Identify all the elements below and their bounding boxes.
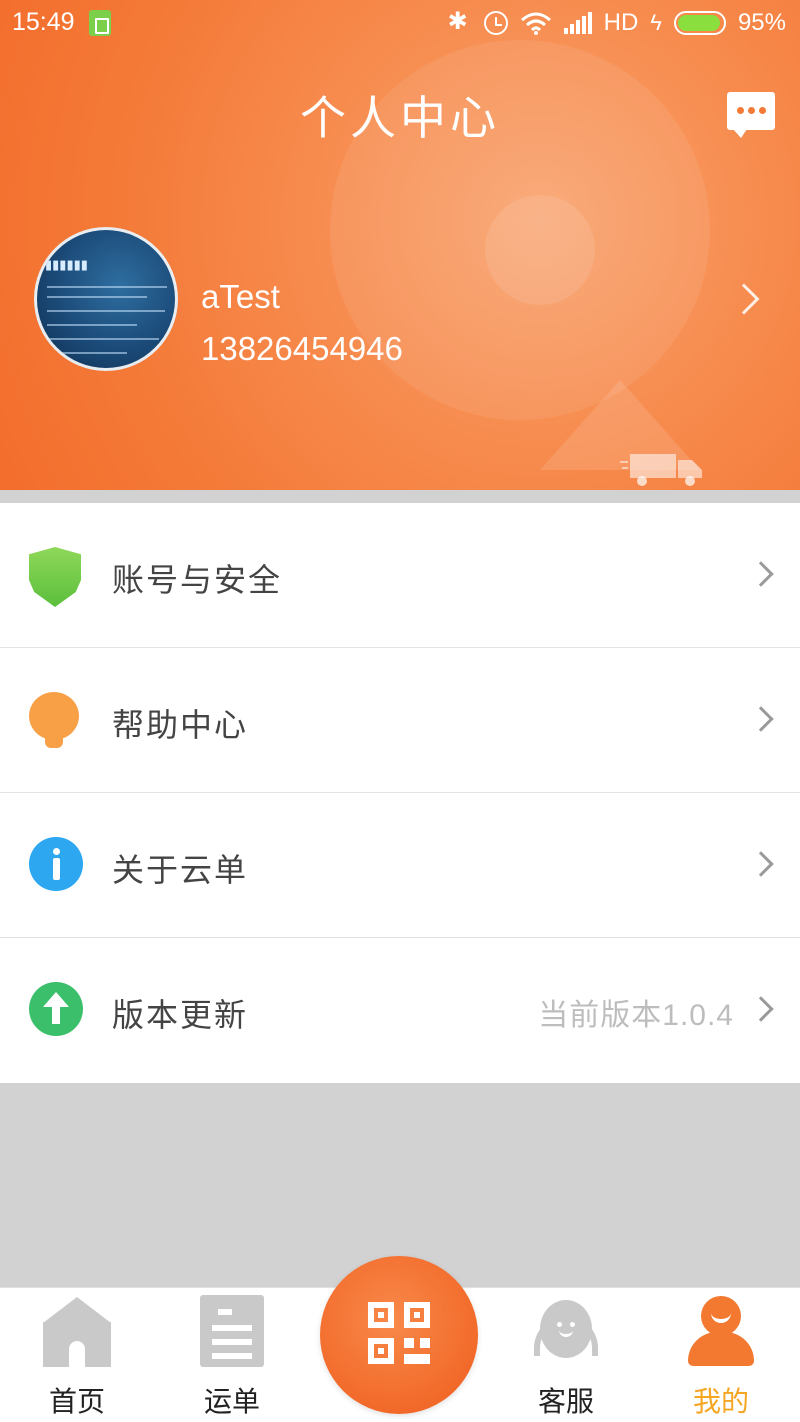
chevron-right-icon — [748, 996, 774, 1022]
menu-item-version-update[interactable]: 版本更新 当前版本1.0.4 — [0, 938, 800, 1083]
page-title: 个人中心 — [300, 91, 500, 145]
battery-percent: 95% — [737, 9, 786, 36]
menu-item-help-center[interactable]: 帮助中心 — [0, 648, 800, 793]
waybill-icon — [200, 1295, 264, 1367]
status-bar: 15:49 HD ϟ 95% — [0, 0, 800, 48]
signal-icon — [563, 12, 592, 34]
upgrade-icon — [29, 982, 83, 1040]
network-type: HD — [603, 9, 639, 36]
wifi-icon — [520, 12, 551, 35]
home-icon — [43, 1297, 111, 1367]
alarm-icon — [483, 11, 508, 35]
menu-item-label: 帮助中心 — [112, 706, 249, 744]
info-icon — [29, 837, 83, 895]
settings-menu: 账号与安全 帮助中心 关于云单 版本更新 当前版本1.0.4 — [0, 503, 800, 1083]
sim-card-icon — [89, 10, 111, 36]
chevron-right-icon — [748, 851, 774, 877]
avatar[interactable]: ▮▮▮▮▮▮ — [34, 227, 178, 371]
tab-home[interactable]: 首页 — [17, 1288, 137, 1422]
user-phone[interactable]: 13826454946 — [201, 330, 403, 368]
status-time: 15:49 — [12, 8, 75, 36]
tab-label: 我的 — [692, 1385, 749, 1418]
status-icons: HD ϟ 95% — [446, 7, 786, 38]
customer-service-icon — [534, 1296, 598, 1368]
tab-waybill[interactable]: 运单 — [172, 1288, 292, 1422]
menu-item-about[interactable]: 关于云单 — [0, 793, 800, 938]
menu-item-label: 账号与安全 — [112, 561, 283, 599]
battery-icon — [673, 11, 726, 35]
avatar-photo-detail: ▮▮▮▮▮▮ — [45, 258, 88, 273]
dot — [759, 107, 766, 114]
dot — [737, 107, 744, 114]
menu-item-label: 关于云单 — [112, 851, 249, 889]
current-version: 当前版本1.0.4 — [538, 999, 734, 1032]
chevron-right-icon[interactable] — [728, 283, 760, 315]
tab-me[interactable]: 我的 — [661, 1288, 781, 1422]
charging-icon: ϟ — [650, 10, 662, 35]
tab-label: 运单 — [203, 1385, 260, 1418]
lightbulb-icon — [29, 692, 83, 750]
menu-item-account-security[interactable]: 账号与安全 — [0, 503, 800, 648]
dot — [748, 107, 755, 114]
decor-circle — [485, 195, 595, 305]
profile-header: 15:49 HD ϟ 95% 个人中心 ▮▮▮▮▮▮ — [0, 0, 800, 490]
tab-label: 首页 — [48, 1385, 105, 1418]
tab-customer-service[interactable]: 客服 — [506, 1288, 626, 1422]
message-button[interactable] — [727, 92, 775, 138]
chevron-right-icon — [748, 561, 774, 587]
tab-label: 客服 — [537, 1385, 594, 1418]
shield-icon — [29, 547, 83, 607]
qr-scan-icon — [368, 1302, 430, 1364]
bluetooth-icon — [446, 7, 472, 36]
user-name[interactable]: aTest — [201, 278, 280, 316]
chevron-right-icon — [748, 706, 774, 732]
menu-item-label: 版本更新 — [112, 996, 249, 1034]
scan-button[interactable] — [320, 1256, 478, 1414]
truck-icon — [620, 454, 702, 486]
me-icon — [688, 1296, 754, 1368]
